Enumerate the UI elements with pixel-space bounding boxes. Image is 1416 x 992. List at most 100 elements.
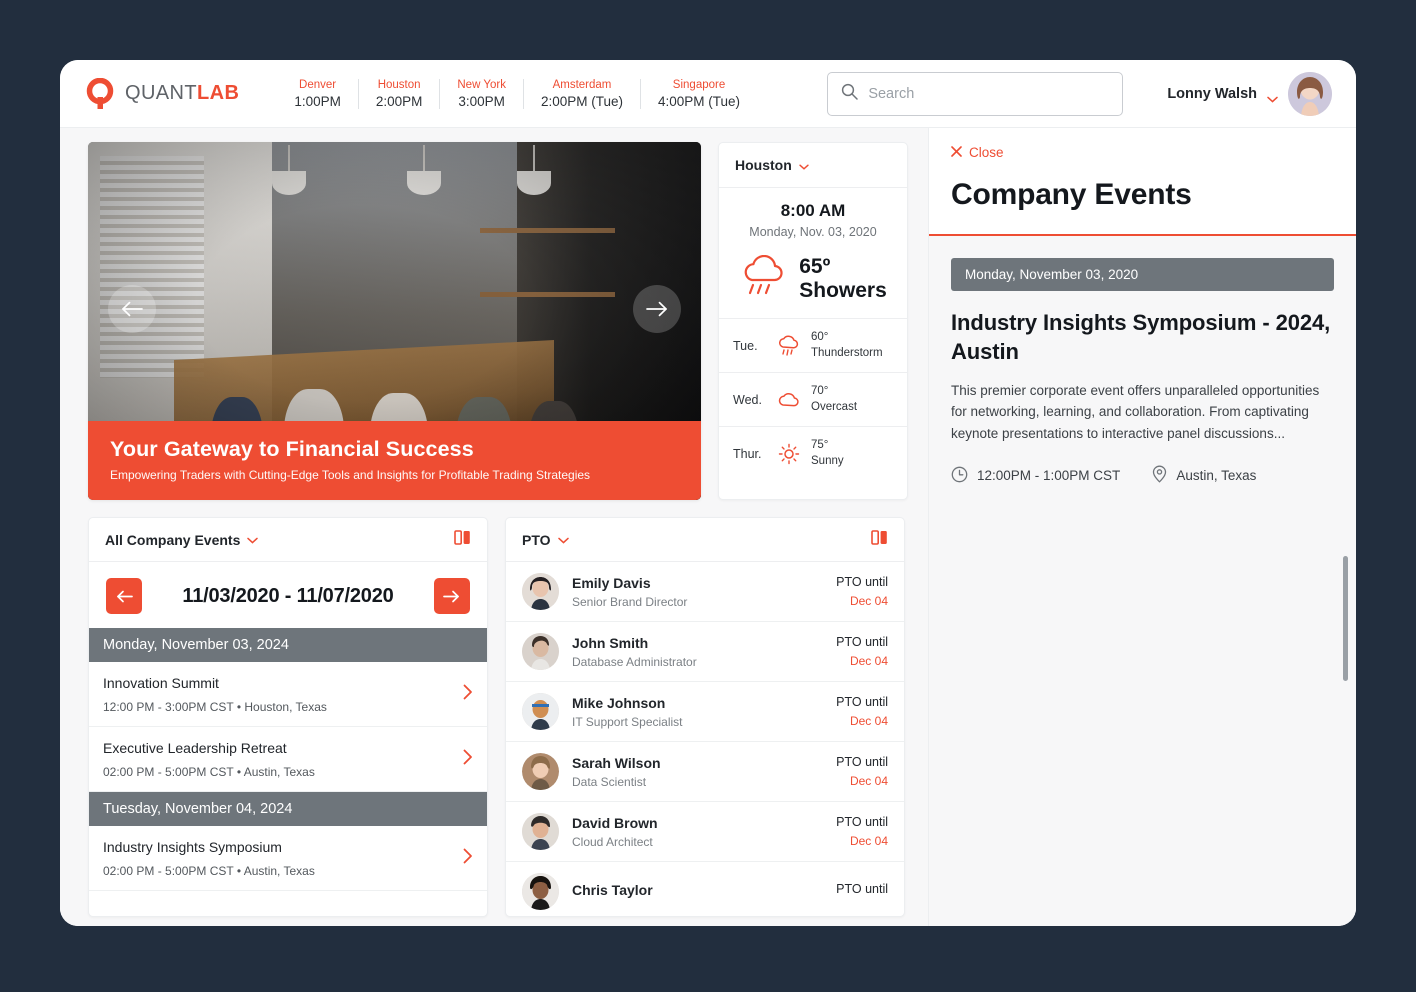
pto-list-item[interactable]: Sarah Wilson Data Scientist PTO until De… <box>506 742 904 802</box>
clock-amsterdam: Amsterdam 2:00PM (Tue) <box>524 78 641 109</box>
hero-caption: Your Gateway to Financial Success Empowe… <box>88 421 701 500</box>
clock-time: 2:00PM (Tue) <box>540 93 623 109</box>
user-menu[interactable]: Lonny Walsh <box>1167 71 1332 116</box>
pto-until-label: PTO until <box>836 575 888 589</box>
clock-new-york: New York 3:00PM <box>440 78 524 109</box>
pto-person-role: Data Scientist <box>572 774 647 789</box>
pto-until-label: PTO until <box>836 755 888 769</box>
chevron-right-icon[interactable] <box>463 848 473 869</box>
forecast-condition: Sunny <box>811 454 844 467</box>
pto-card-title: PTO <box>522 531 551 548</box>
chevron-down-icon[interactable] <box>557 531 569 549</box>
search-bar[interactable] <box>827 71 1124 116</box>
pto-list-item[interactable]: John Smith Database Administrator PTO un… <box>506 622 904 682</box>
forecast-temp: 60° <box>811 331 829 344</box>
left-content-column: Your Gateway to Financial Success Empowe… <box>60 128 928 926</box>
pto-person-name: Sarah Wilson <box>572 754 661 771</box>
split-panel-icon[interactable] <box>871 529 888 551</box>
events-card-title: All Company Events <box>105 531 241 548</box>
panel-event-time: 12:00PM - 1:00PM CST <box>951 466 1120 486</box>
forecast-day: Thur. <box>733 446 762 461</box>
hero-next-button[interactable] <box>633 285 681 333</box>
world-clocks: Denver 1:00PM Houston 2:00PM New York 3:… <box>277 78 757 109</box>
chevron-down-icon[interactable] <box>799 157 809 173</box>
forecast-condition: Overcast <box>811 400 858 413</box>
all-company-events-card: All Company Events 11/03/2020 - 11/07/20… <box>88 517 488 917</box>
arrow-left-icon <box>122 301 143 317</box>
pto-person-name: Emily Davis <box>572 574 651 591</box>
forecast-temp: 70° <box>811 385 829 398</box>
search-icon <box>841 83 859 105</box>
hero-and-weather-row: Your Gateway to Financial Success Empowe… <box>88 142 928 500</box>
pto-until-date: Dec 04 <box>849 774 888 788</box>
clock-denver: Denver 1:00PM <box>277 78 359 109</box>
hero-title: Your Gateway to Financial Success <box>110 437 474 461</box>
forecast-condition: Thunderstorm <box>811 346 883 359</box>
avatar <box>522 753 559 790</box>
event-name: Industry Insights Symposium <box>103 839 282 855</box>
hero-prev-button[interactable] <box>108 285 156 333</box>
panel-event-description: This premier corporate event offers unpa… <box>951 382 1320 442</box>
forecast-row-tue: Tue. 60° Thunderstorm <box>719 319 907 374</box>
top-bar: QUANTLAB Denver 1:00PM Houston 2:00PM Ne… <box>60 60 1356 128</box>
weather-condition: Showers <box>799 278 887 302</box>
panel-event-location: Austin, Texas <box>1152 465 1256 486</box>
weather-city-selector[interactable]: Houston <box>719 143 907 188</box>
search-input[interactable] <box>868 85 1110 102</box>
event-list-item[interactable]: Innovation Summit 12:00 PM - 3:00PM CST … <box>89 662 487 727</box>
brand-logo[interactable]: QUANTLAB <box>86 77 239 110</box>
event-list-item[interactable]: Industry Insights Symposium 02:00 PM - 5… <box>89 826 487 891</box>
chevron-down-icon[interactable] <box>1267 90 1278 103</box>
hero-carousel[interactable]: Your Gateway to Financial Success Empowe… <box>88 142 701 500</box>
previous-week-button[interactable] <box>106 578 142 614</box>
forecast-day: Wed. <box>733 392 762 407</box>
pto-list-item[interactable]: Emily Davis Senior Brand Director PTO un… <box>506 562 904 622</box>
date-range-navigator: 11/03/2020 - 11/07/2020 <box>89 562 487 628</box>
chevron-right-icon[interactable] <box>463 749 473 770</box>
close-x-icon <box>951 145 962 160</box>
pto-list-item[interactable]: Chris Taylor PTO until <box>506 862 904 916</box>
pto-person-role: Senior Brand Director <box>572 594 688 609</box>
arrow-right-icon <box>646 301 667 317</box>
chevron-down-icon[interactable] <box>247 531 259 549</box>
showers-icon <box>739 254 789 302</box>
pto-until-date: Dec 04 <box>849 834 888 848</box>
event-meta: 02:00 PM - 5:00PM CST • Austin, Texas <box>103 864 315 878</box>
event-list-item[interactable]: Executive Leadership Retreat 02:00 PM - … <box>89 727 487 792</box>
lower-cards-row: All Company Events 11/03/2020 - 11/07/20… <box>88 517 928 917</box>
weather-widget: Houston 8:00 AM Monday, Nov. 03, 2020 65… <box>718 142 908 500</box>
close-panel-button[interactable]: Close <box>951 145 1004 160</box>
event-name: Executive Leadership Retreat <box>103 740 287 756</box>
pto-until-label: PTO until <box>836 695 888 709</box>
panel-event-title: Industry Insights Symposium - 2024, Aust… <box>951 310 1331 365</box>
sun-icon <box>776 443 802 465</box>
cloud-icon <box>776 391 802 409</box>
panel-day-bar: Monday, November 03, 2020 <box>951 258 1334 291</box>
arrow-right-icon <box>443 590 460 602</box>
clock-city: Denver <box>299 78 337 91</box>
pto-until-label: PTO until <box>836 815 888 829</box>
pto-person-name: Mike Johnson <box>572 694 666 711</box>
pto-until-date: Dec 04 <box>849 654 888 668</box>
clock-icon <box>951 466 968 486</box>
chevron-right-icon[interactable] <box>463 684 473 705</box>
panel-scrollbar[interactable] <box>1343 556 1348 681</box>
pto-list-item[interactable]: David Brown Cloud Architect PTO until De… <box>506 802 904 862</box>
weather-date: Monday, Nov. 03, 2020 <box>749 225 877 239</box>
next-week-button[interactable] <box>433 578 470 614</box>
weather-time: 8:00 AM <box>780 201 846 220</box>
pto-until-date: Dec 04 <box>849 714 888 728</box>
pto-list-item[interactable]: Mike Johnson IT Support Specialist PTO u… <box>506 682 904 742</box>
thunderstorm-icon <box>776 335 802 357</box>
split-panel-icon[interactable] <box>454 529 471 551</box>
avatar[interactable] <box>1288 71 1332 116</box>
pto-person-role: Database Administrator <box>572 654 697 669</box>
pto-until-date: Dec 04 <box>849 594 888 608</box>
weather-city-label: Houston <box>735 157 792 173</box>
panel-event-meta: 12:00PM - 1:00PM CST Austin, Texas <box>951 465 1334 486</box>
main-body: Your Gateway to Financial Success Empowe… <box>60 128 1356 926</box>
event-meta: 02:00 PM - 5:00PM CST • Austin, Texas <box>103 765 315 779</box>
company-events-panel: Close Company Events Monday, November 03… <box>928 128 1356 926</box>
clock-houston: Houston 2:00PM <box>359 78 441 109</box>
event-day-header: Tuesday, November 04, 2024 <box>89 792 487 826</box>
